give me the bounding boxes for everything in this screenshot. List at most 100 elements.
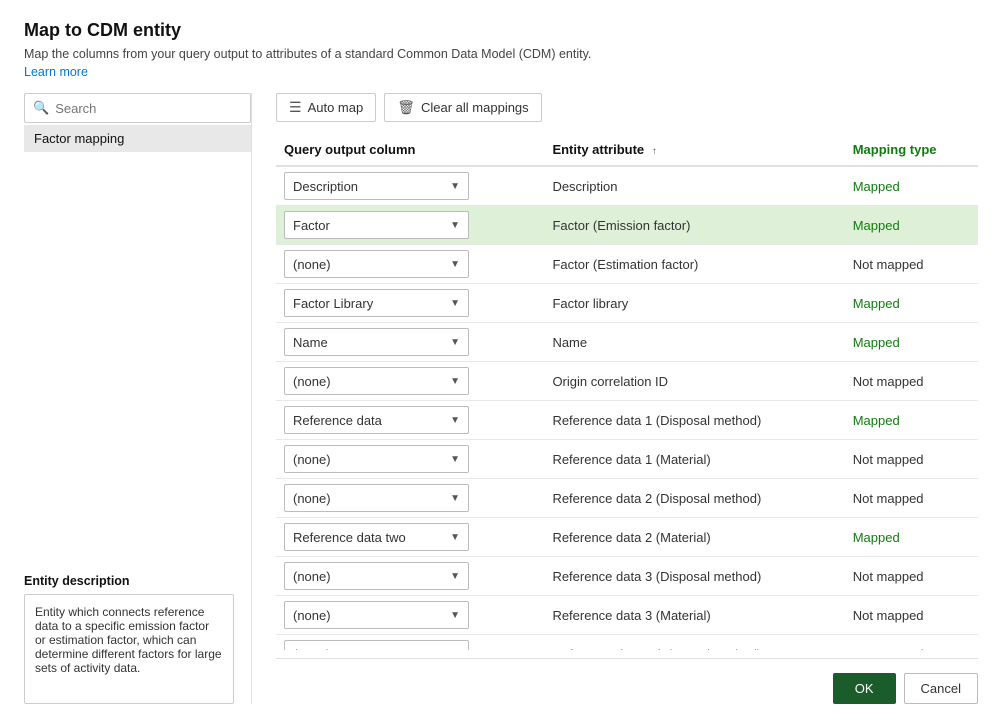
status-badge: Mapped <box>853 296 900 311</box>
ok-button[interactable]: OK <box>833 673 896 704</box>
search-input[interactable] <box>55 101 242 116</box>
sort-icon: ↑ <box>652 146 657 157</box>
status-badge: Not mapped <box>853 257 924 272</box>
select-value: Description <box>293 179 358 194</box>
mapping-type-cell: Not mapped <box>845 362 978 401</box>
select-value: Factor Library <box>293 296 373 311</box>
entity-attr-cell: Name <box>544 323 844 362</box>
status-badge: Mapped <box>853 218 900 233</box>
cancel-button[interactable]: Cancel <box>904 673 978 704</box>
auto-map-icon: ☰ <box>289 99 302 116</box>
chevron-down-icon: ▼ <box>450 259 460 270</box>
query-col-cell: Reference data two ▼ <box>276 518 544 557</box>
chevron-down-icon: ▼ <box>450 532 460 543</box>
entity-attr-cell: Reference data 2 (Material) <box>544 518 844 557</box>
mapping-type-cell: Not mapped <box>845 479 978 518</box>
query-col-cell: (none)▼ <box>276 362 544 401</box>
table-row: Name▼NameMapped <box>276 323 978 362</box>
select-value: (none) <box>293 569 331 584</box>
query-col-select[interactable]: (none)▼ <box>284 367 469 395</box>
query-col-select[interactable]: Reference data▼ <box>284 406 469 434</box>
right-panel: ☰ Auto map 🗑 Clear all mappings Query ou… <box>252 93 978 704</box>
entity-attr-cell: Origin correlation ID <box>544 362 844 401</box>
mapping-type-cell: Mapped <box>845 401 978 440</box>
table-row: (none)▼Reference data 2 (Disposal method… <box>276 479 978 518</box>
toolbar: ☰ Auto map 🗑 Clear all mappings <box>276 93 978 122</box>
query-col-cell: Description ▼ <box>276 166 544 206</box>
auto-map-button[interactable]: ☰ Auto map <box>276 93 376 122</box>
chevron-down-icon: ▼ <box>450 571 460 582</box>
chevron-down-icon: ▼ <box>450 298 460 309</box>
query-col-select[interactable]: Name▼ <box>284 328 469 356</box>
mapping-type-cell: Not mapped <box>845 635 978 651</box>
entity-attr-cell: Reference data 3 (Disposal method) <box>544 557 844 596</box>
mapping-table: Query output column Entity attribute ↑ M… <box>276 136 978 650</box>
query-col-select[interactable]: (none)▼ <box>284 640 469 650</box>
table-row: (none) ▼ Reference data 3 (Disposal method… <box>276 557 978 596</box>
entity-description: Entity description Entity which connects… <box>24 566 251 704</box>
mapping-type-cell: Not mapped <box>845 245 978 284</box>
query-col-cell: (none)▼ <box>276 596 544 635</box>
query-col-cell: Name▼ <box>276 323 544 362</box>
select-value: (none) <box>293 452 331 467</box>
entity-attr-cell: Factor (Emission factor) <box>544 206 844 245</box>
query-col-select[interactable]: (none) ▼ <box>284 250 469 278</box>
query-col-select[interactable]: (none) ▼ <box>284 445 469 473</box>
query-col-select[interactable]: Factor▼ <box>284 211 469 239</box>
select-value: Factor <box>293 218 330 233</box>
chevron-down-icon: ▼ <box>450 337 460 348</box>
col2-header: Entity attribute ↑ <box>544 136 844 166</box>
mapping-type-cell: Not mapped <box>845 596 978 635</box>
page-subtitle: Map the columns from your query output t… <box>24 47 978 61</box>
table-row: Description▼DescriptionMapped <box>276 166 978 206</box>
entity-attr-cell: Reference data 3 (Material) <box>544 596 844 635</box>
status-badge: Not mapped <box>853 491 924 506</box>
mapping-type-cell: Mapped <box>845 284 978 323</box>
select-value: (none) <box>293 491 331 506</box>
mapping-type-cell: Not mapped <box>845 440 978 479</box>
status-badge: Mapped <box>853 530 900 545</box>
status-badge: Not mapped <box>853 569 924 584</box>
sidebar-item-factor-mapping[interactable]: Factor mapping <box>24 125 251 152</box>
query-col-cell: Factor▼ <box>276 206 544 245</box>
status-badge: Mapped <box>853 413 900 428</box>
table-row: (none)▼ Origin correlation IDNot mapped <box>276 362 978 401</box>
entity-attr-cell: Reference data 1 (Disposal method) <box>544 401 844 440</box>
chevron-down-icon: ▼ <box>450 376 460 387</box>
col3-header: Mapping type <box>845 136 978 166</box>
query-col-select[interactable]: (none) ▼ <box>284 562 469 590</box>
learn-more-link[interactable]: Learn more <box>24 65 978 79</box>
search-box[interactable]: 🔍 <box>24 93 251 123</box>
page-title: Map to CDM entity <box>24 20 978 41</box>
table-row: (none)▼ Reference data 3 (Material)Not ma… <box>276 596 978 635</box>
query-col-cell: (none)▼ <box>276 479 544 518</box>
query-col-select[interactable]: Reference data two ▼ <box>284 523 469 551</box>
entity-attr-cell: Reference data 4 (Disposal method) <box>544 635 844 651</box>
table-row: (none) ▼ Reference data 1 (Material)Not ma… <box>276 440 978 479</box>
table-row: Factor Library▼Factor libraryMapped <box>276 284 978 323</box>
mapping-type-cell: Not mapped <box>845 557 978 596</box>
query-col-cell: (none)▼ <box>276 635 544 651</box>
query-col-select[interactable]: (none)▼ <box>284 601 469 629</box>
query-col-cell: Factor Library ▼ <box>276 284 544 323</box>
query-col-cell: (none) ▼ <box>276 245 544 284</box>
select-value: (none) <box>293 257 331 272</box>
query-col-cell: (none) ▼ <box>276 440 544 479</box>
query-col-cell: (none) ▼ <box>276 557 544 596</box>
query-col-select[interactable]: (none)▼ <box>284 484 469 512</box>
table-row: Factor▼ Factor (Emission factor) Mapped <box>276 206 978 245</box>
query-col-select[interactable]: Factor Library ▼ <box>284 289 469 317</box>
query-col-select[interactable]: Description ▼ <box>284 172 469 200</box>
select-value: Reference data <box>293 413 382 428</box>
chevron-down-icon: ▼ <box>450 181 460 192</box>
entity-description-text: Entity which connects reference data to … <box>24 594 234 704</box>
chevron-down-icon: ▼ <box>450 454 460 465</box>
select-value: (none) <box>293 608 331 623</box>
search-icon: 🔍 <box>33 100 49 116</box>
entity-attr-cell: Reference data 1 (Material) <box>544 440 844 479</box>
select-value: Reference data two <box>293 530 406 545</box>
sidebar: 🔍 Factor mapping Entity description Enti… <box>24 93 252 704</box>
query-col-cell: Reference data▼ <box>276 401 544 440</box>
auto-map-label: Auto map <box>308 100 364 115</box>
clear-all-button[interactable]: 🗑 Clear all mappings <box>384 93 541 122</box>
